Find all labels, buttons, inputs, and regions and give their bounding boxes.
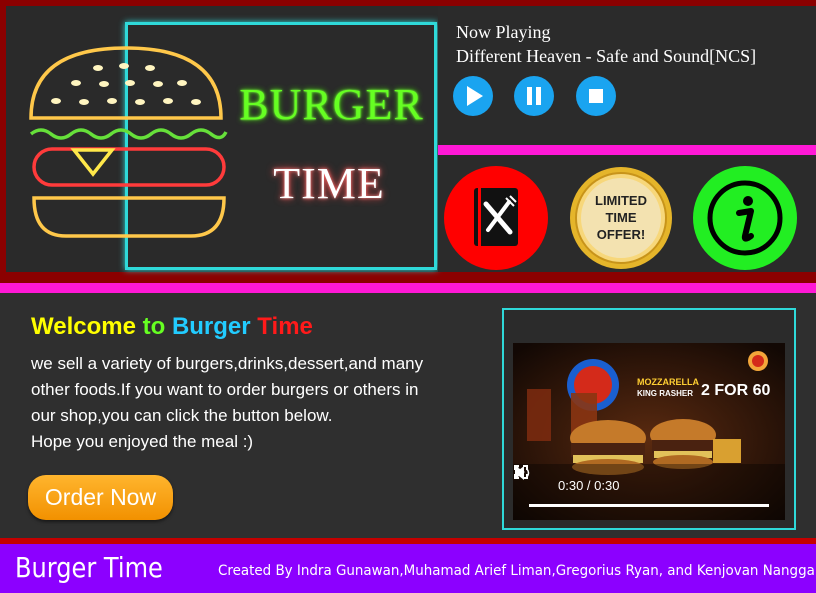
welcome-line: other foods.If you want to order burgers… [31,380,419,399]
menu-book-fork-knife-icon [474,188,518,246]
title-part: Burger [171,313,258,340]
pause-button[interactable] [514,76,554,116]
limited-offer-badge[interactable]: LIMITED TIME OFFER! [569,166,673,270]
divider-bar [438,145,816,155]
welcome-line: Hope you enjoyed the meal :) [31,432,254,451]
info-icon [707,180,783,256]
video-controls: 0:30 / 0:30 [513,464,785,520]
ad-text-line2: KING RASHER [637,389,693,398]
ad-price: 2 FOR 60 [701,382,770,399]
header: BURGER TIME Now Playing Different Heaven… [0,0,816,285]
promo-video[interactable]: MOZZARELLA KING RASHER 2 FOR 60 0:30 / 0… [513,343,785,520]
title-part: Welcome [31,313,143,340]
offer-text: LIMITED TIME OFFER! [569,192,673,243]
play-button[interactable] [453,76,493,116]
welcome-paragraph: we sell a variety of burgers,drinks,dess… [31,351,471,455]
pause-icon [527,87,541,105]
info-button[interactable] [693,166,797,270]
footer-credits: Created By Indra Gunawan,Muhamad Arief L… [218,563,816,579]
title-part: Time [257,313,313,340]
track-title: Different Heaven - Safe and Sound[NCS] [456,46,757,66]
order-now-button[interactable]: Order Now [28,475,173,520]
quick-links-panel: LIMITED TIME OFFER! [438,155,816,272]
play-icon [467,86,483,106]
offer-line-3: OFFER! [596,227,646,242]
video-frame: MOZZARELLA KING RASHER 2 FOR 60 0:30 / 0… [502,308,796,530]
menu-button[interactable] [444,166,548,270]
music-player: Now Playing Different Heaven - Safe and … [438,6,816,146]
footer: Burger Time Created By Indra Gunawan,Muh… [0,544,816,593]
now-playing-label: Now Playing [456,22,551,42]
stop-button[interactable] [576,76,616,116]
footer-brand: Burger Time [15,551,163,584]
welcome-line: we sell a variety of burgers,drinks,dess… [31,354,424,373]
video-time: 0:30 / 0:30 [558,478,620,493]
divider-bar [0,283,816,293]
offer-line-1: LIMITED [595,193,647,208]
welcome-line: our shop,you can click the button below. [31,406,333,425]
stop-icon [589,89,603,103]
more-options-icon[interactable] [513,464,521,480]
offer-line-2: TIME [605,210,637,225]
logo-word-burger: BURGER [239,80,424,129]
neon-burger-icon [29,46,228,238]
title-part: to [142,313,172,340]
ad-text-line1: MOZZARELLA [637,377,699,387]
main-section: Welcome to Burger Time we sell a variety… [0,293,816,538]
welcome-title: Welcome to Burger Time [31,313,313,341]
logo-panel: BURGER TIME [6,6,438,272]
video-progress-bar[interactable] [529,504,769,507]
logo-word-time: TIME [273,159,385,208]
